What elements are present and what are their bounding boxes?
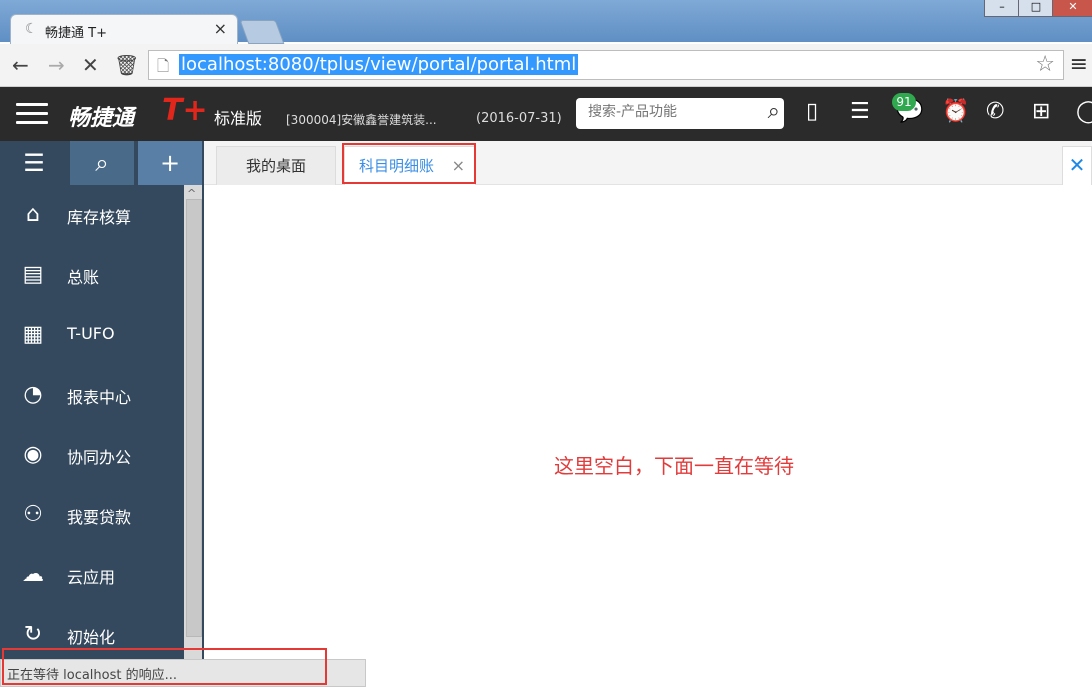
sidebar: ☰ ⌕ + ⌂ 库存核算 ▤ 总账 ▦ T-UFO ◔ 报表中心 ◉ 协同办公 … xyxy=(0,141,204,661)
browser-titlebar: ☾ 畅捷通 T+ × – □ ✕ xyxy=(0,0,1092,45)
task-list-icon[interactable]: ☰ xyxy=(850,99,870,124)
maximize-button[interactable]: □ xyxy=(1018,0,1054,17)
sidebar-item-ledger[interactable]: ▤ 总账 xyxy=(0,245,184,305)
sidebar-item-label: 云应用 xyxy=(67,568,116,587)
search-box[interactable]: ⌕ xyxy=(576,98,784,129)
delete-icon[interactable]: 🗑 xyxy=(114,53,139,77)
edition-label: 标准版 xyxy=(214,109,263,128)
user-icon[interactable]: ◯ xyxy=(1076,99,1092,124)
close-all-tabs-button[interactable]: ✕ xyxy=(1062,146,1092,186)
app-header: 畅捷通 T+ 标准版 [300004]安徽鑫誉建筑装... (2016-07-3… xyxy=(0,87,1092,141)
sidebar-item-label: 我要贷款 xyxy=(67,508,132,527)
login-date: (2016-07-31) xyxy=(476,111,562,126)
sidebar-item-label: 库存核算 xyxy=(67,208,132,227)
support-icon[interactable]: ✆ xyxy=(986,99,1004,124)
scroll-thumb[interactable] xyxy=(186,199,202,637)
ledger-icon: ▤ xyxy=(22,262,44,287)
page-tabs: 我的桌面 科目明细账 × ✕ xyxy=(204,141,1092,186)
sidebar-search-icon[interactable]: ⌕ xyxy=(70,141,134,185)
sidebar-scrollbar[interactable]: ^ xyxy=(184,185,202,661)
close-window-button[interactable]: ✕ xyxy=(1052,0,1092,17)
refresh-icon: ↻ xyxy=(23,622,43,647)
sidebar-item-cloud[interactable]: ☁ 云应用 xyxy=(0,545,184,605)
sidebar-item-label: 报表中心 xyxy=(67,388,132,407)
sidebar-item-tufo[interactable]: ▦ T-UFO xyxy=(0,305,184,365)
sidebar-item-inventory[interactable]: ⌂ 库存核算 xyxy=(0,185,184,245)
bookmark-star-icon[interactable]: ☆ xyxy=(1035,52,1055,77)
sidebar-add-icon[interactable]: + xyxy=(138,141,202,185)
sidebar-item-loan[interactable]: ⚇ 我要贷款 xyxy=(0,485,184,545)
collaboration-icon: ◉ xyxy=(23,442,43,467)
sidebar-item-label: T-UFO xyxy=(67,324,115,343)
sidebar-menu-icon[interactable]: ☰ xyxy=(0,141,68,185)
browser-tab[interactable]: ☾ 畅捷通 T+ × xyxy=(10,14,238,45)
stop-icon[interactable]: ✕ xyxy=(82,53,99,77)
main-menu-icon[interactable] xyxy=(16,103,48,125)
brand-name: 畅捷通 xyxy=(68,106,135,131)
loading-icon: ☾ xyxy=(25,21,38,37)
sidebar-item-reports[interactable]: ◔ 报表中心 xyxy=(0,365,184,425)
status-highlight-box xyxy=(2,648,327,685)
page-icon: 🗋 xyxy=(157,57,170,75)
browser-tab-title: 畅捷通 T+ xyxy=(45,26,107,41)
url-text[interactable]: localhost:8080/tplus/view/portal/portal.… xyxy=(179,54,579,75)
tab-highlight-box xyxy=(342,143,476,184)
search-input[interactable] xyxy=(586,103,750,121)
annotation-text: 这里空白，下面一直在等待 xyxy=(554,454,794,478)
tab-label: 我的桌面 xyxy=(245,157,306,175)
address-bar[interactable]: 🗋 localhost:8080/tplus/view/portal/porta… xyxy=(148,50,1064,80)
alert-icon[interactable]: ⏰ xyxy=(942,99,969,124)
forward-icon[interactable]: → xyxy=(48,53,65,77)
sidebar-item-label: 协同办公 xyxy=(67,448,132,467)
back-icon[interactable]: ← xyxy=(12,53,29,77)
brand-logo: T+ xyxy=(162,93,208,128)
search-icon[interactable]: ⌕ xyxy=(768,99,780,124)
main-content xyxy=(204,185,1092,685)
mobile-icon[interactable]: ▯ xyxy=(806,99,818,124)
pie-chart-icon: ◔ xyxy=(23,382,43,407)
browser-menu-icon[interactable]: ≡ xyxy=(1070,52,1088,77)
sidebar-toolbar: ☰ ⌕ + xyxy=(0,141,204,185)
cloud-icon: ☁ xyxy=(22,562,44,587)
notification-badge: 91 xyxy=(892,93,916,111)
minimize-button[interactable]: – xyxy=(984,0,1020,17)
browser-tab-close-button[interactable]: × xyxy=(214,19,227,38)
warehouse-icon: ⌂ xyxy=(26,202,40,227)
new-tab-button[interactable] xyxy=(239,20,285,44)
tab-desktop[interactable]: 我的桌面 xyxy=(216,146,336,186)
sidebar-item-collaboration[interactable]: ◉ 协同办公 xyxy=(0,425,184,485)
company-name[interactable]: [300004]安徽鑫誉建筑装... xyxy=(286,111,437,128)
browser-navbar: ← → ✕ 🗑 🗋 localhost:8080/tplus/view/port… xyxy=(0,44,1092,87)
loan-icon: ⚇ xyxy=(23,502,43,527)
sidebar-item-label: 初始化 xyxy=(67,628,116,647)
ufo-report-icon: ▦ xyxy=(22,322,44,347)
sidebar-item-label: 总账 xyxy=(67,268,100,287)
feedback-icon[interactable]: ⊞ xyxy=(1032,99,1050,124)
